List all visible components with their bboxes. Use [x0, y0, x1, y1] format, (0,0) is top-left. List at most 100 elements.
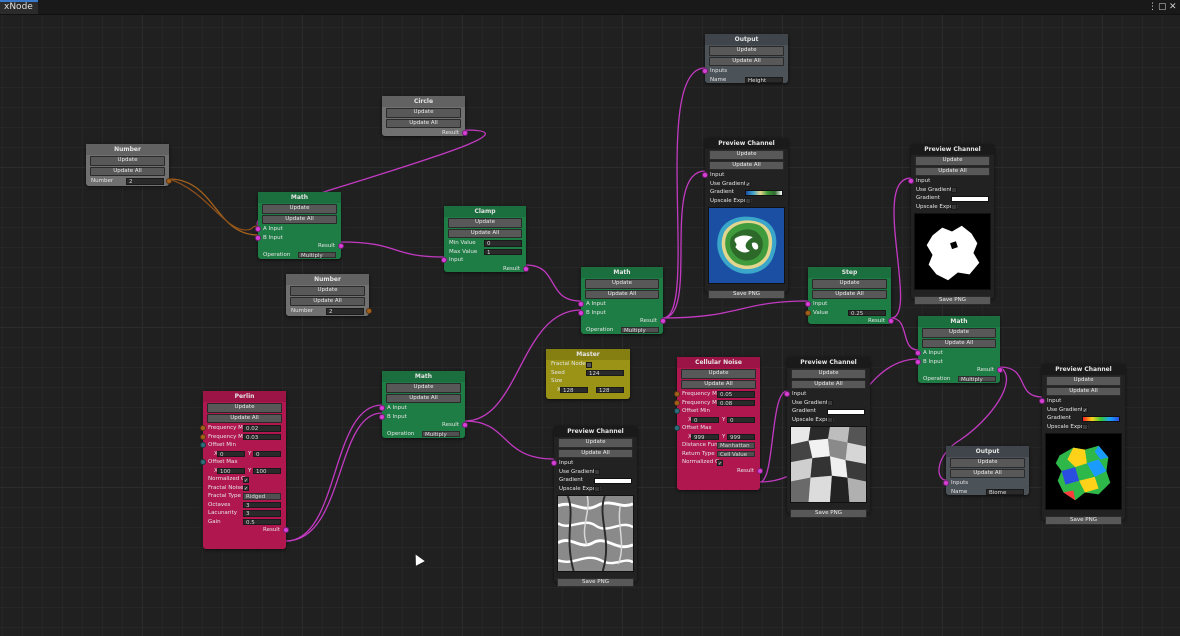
number-node-2[interactable]: Number Update Update All Number 2 [286, 274, 372, 316]
circle-node[interactable]: Circle Update Update All Result [382, 96, 468, 136]
math-node-3[interactable]: Math Update Update All A Input B Input R… [379, 371, 468, 438]
offset-min-y-field[interactable]: 0 [253, 450, 281, 458]
update-all-button[interactable]: Update All [709, 160, 784, 170]
math-node-4[interactable]: Math Update Update All A Input B Input R… [915, 316, 1003, 383]
value-field[interactable]: 0.25 [848, 309, 886, 317]
update-button[interactable]: Update [558, 438, 633, 448]
inputs-port[interactable] [943, 480, 949, 486]
result-output-port[interactable] [757, 467, 763, 474]
offset-max-y-field[interactable]: 999 [727, 433, 755, 441]
offset-min-x-field[interactable]: 0 [217, 450, 245, 458]
update-all-button[interactable]: Update All [922, 338, 996, 348]
freq-min-port[interactable] [200, 425, 206, 431]
close-icon[interactable]: ✕ [1169, 2, 1177, 12]
offset-min-x-field[interactable]: 0 [691, 416, 719, 424]
result-output-port[interactable] [523, 265, 529, 272]
inputs-port[interactable] [702, 68, 708, 74]
b-input-port[interactable] [255, 234, 261, 241]
output-node-2[interactable]: Output Update Update All Inputs Name Bio… [943, 446, 1029, 496]
offset-max-port[interactable] [200, 459, 206, 465]
gradient-swatch[interactable] [827, 408, 865, 415]
result-output-port[interactable] [660, 318, 666, 324]
b-input-port[interactable] [578, 309, 584, 316]
update-button[interactable]: Update [950, 458, 1025, 468]
save-png-button[interactable]: Save PNG [914, 296, 991, 305]
normalized-checkbox[interactable]: ✓ [717, 459, 723, 467]
size-y-field[interactable]: 128 [596, 386, 624, 394]
input-port[interactable] [784, 391, 790, 397]
update-button[interactable]: Update [90, 156, 165, 166]
input-port[interactable] [441, 257, 447, 263]
update-all-button[interactable]: Update All [915, 166, 990, 176]
update-all-button[interactable]: Update All [585, 289, 659, 299]
preview-channel-node-4[interactable]: Preview Channel Update Update All Input … [784, 357, 870, 518]
input-port[interactable] [551, 460, 557, 466]
freq-min-port[interactable] [674, 391, 680, 397]
gain-field[interactable]: 0.5 [243, 518, 281, 526]
offset-max-port[interactable] [674, 425, 680, 431]
perlin-node[interactable]: Perlin Update Update All Frequency Min 0… [200, 391, 289, 549]
math-node-2[interactable]: Math Update Update All A Input B Input R… [578, 267, 666, 334]
a-input-port[interactable] [578, 301, 584, 307]
update-button[interactable]: Update [709, 150, 784, 160]
operation-dropdown[interactable]: Multiply [422, 430, 460, 438]
freq-max-field[interactable]: 0.03 [243, 433, 281, 441]
input-port[interactable] [805, 301, 811, 307]
number-node-1[interactable]: Number Update Update All Number 2 [86, 144, 172, 186]
tab-xnode[interactable]: xNode [0, 0, 38, 14]
save-png-button[interactable]: Save PNG [557, 578, 634, 587]
freq-min-field[interactable]: 0.05 [717, 391, 755, 398]
offset-max-x-field[interactable]: 999 [691, 433, 719, 441]
operation-dropdown[interactable]: Multiply [298, 251, 336, 259]
update-button[interactable]: Update [915, 156, 990, 166]
input-port[interactable] [1039, 398, 1045, 404]
update-all-button[interactable]: Update All [90, 166, 165, 176]
max-value-field[interactable]: 1 [484, 248, 522, 256]
update-button[interactable]: Update [207, 403, 282, 413]
kebab-menu-icon[interactable]: ⋮ [1148, 2, 1157, 12]
name-field[interactable]: Height [745, 76, 783, 84]
save-png-button[interactable]: Save PNG [708, 290, 785, 299]
result-output-port[interactable] [997, 367, 1003, 373]
step-node[interactable]: Step Update Update All Input Value 0.25 … [805, 267, 894, 324]
upscale-export-checkbox[interactable] [827, 417, 833, 423]
clamp-node[interactable]: Clamp Update Update All Min Value 0 Max … [441, 206, 529, 272]
update-all-button[interactable]: Update All [1046, 386, 1121, 396]
offset-max-x-field[interactable]: 100 [217, 467, 245, 475]
output-node-1[interactable]: Output Update Update All Inputs Name Hei… [702, 34, 788, 84]
gradient-swatch[interactable] [594, 477, 632, 484]
update-all-button[interactable]: Update All [448, 228, 522, 238]
value-input-port[interactable] [805, 309, 811, 316]
preview-channel-node-6[interactable]: Preview Channel Update Update All Input … [1039, 364, 1125, 525]
seed-field[interactable]: 124 [586, 369, 624, 377]
upscale-export-checkbox[interactable] [745, 198, 751, 204]
update-button[interactable]: Update [709, 46, 784, 56]
update-button[interactable]: Update [585, 279, 659, 289]
update-button[interactable]: Update [681, 369, 756, 379]
number-output-port[interactable] [366, 308, 372, 314]
preview-channel-node-1[interactable]: Preview Channel Update Update All Input … [702, 138, 788, 299]
offset-min-port[interactable] [674, 408, 680, 414]
upscale-export-checkbox[interactable] [594, 486, 600, 492]
name-field[interactable]: Biome [986, 488, 1024, 496]
octaves-field[interactable]: 3 [243, 501, 281, 509]
operation-dropdown[interactable]: Multiply [958, 375, 996, 383]
offset-min-port[interactable] [200, 442, 206, 448]
use-gradient-checkbox[interactable] [951, 187, 957, 193]
fractal-node-toggle[interactable] [586, 361, 592, 368]
distance-func-dropdown[interactable]: Manhattan [717, 442, 755, 449]
update-all-button[interactable]: Update All [262, 214, 337, 224]
upscale-export-checkbox[interactable] [1082, 424, 1088, 430]
gradient-swatch[interactable] [745, 189, 783, 196]
master-node[interactable]: Master Fractal Node Seed 124 Size X 128 … [546, 349, 630, 399]
gradient-swatch[interactable] [951, 195, 989, 202]
freq-max-port[interactable] [200, 433, 206, 440]
size-x-field[interactable]: 128 [560, 386, 588, 394]
normalized-checkbox[interactable]: ✓ [243, 476, 249, 484]
lacunarity-field[interactable]: 3 [243, 510, 281, 517]
number-field[interactable]: 2 [326, 308, 364, 315]
freq-max-field[interactable]: 0.08 [717, 399, 755, 407]
math-node-1[interactable]: Math Update Update All A Input B Input R… [255, 192, 344, 259]
offset-max-y-field[interactable]: 100 [253, 467, 281, 475]
fractal-noise-checkbox[interactable]: ✓ [243, 485, 249, 492]
